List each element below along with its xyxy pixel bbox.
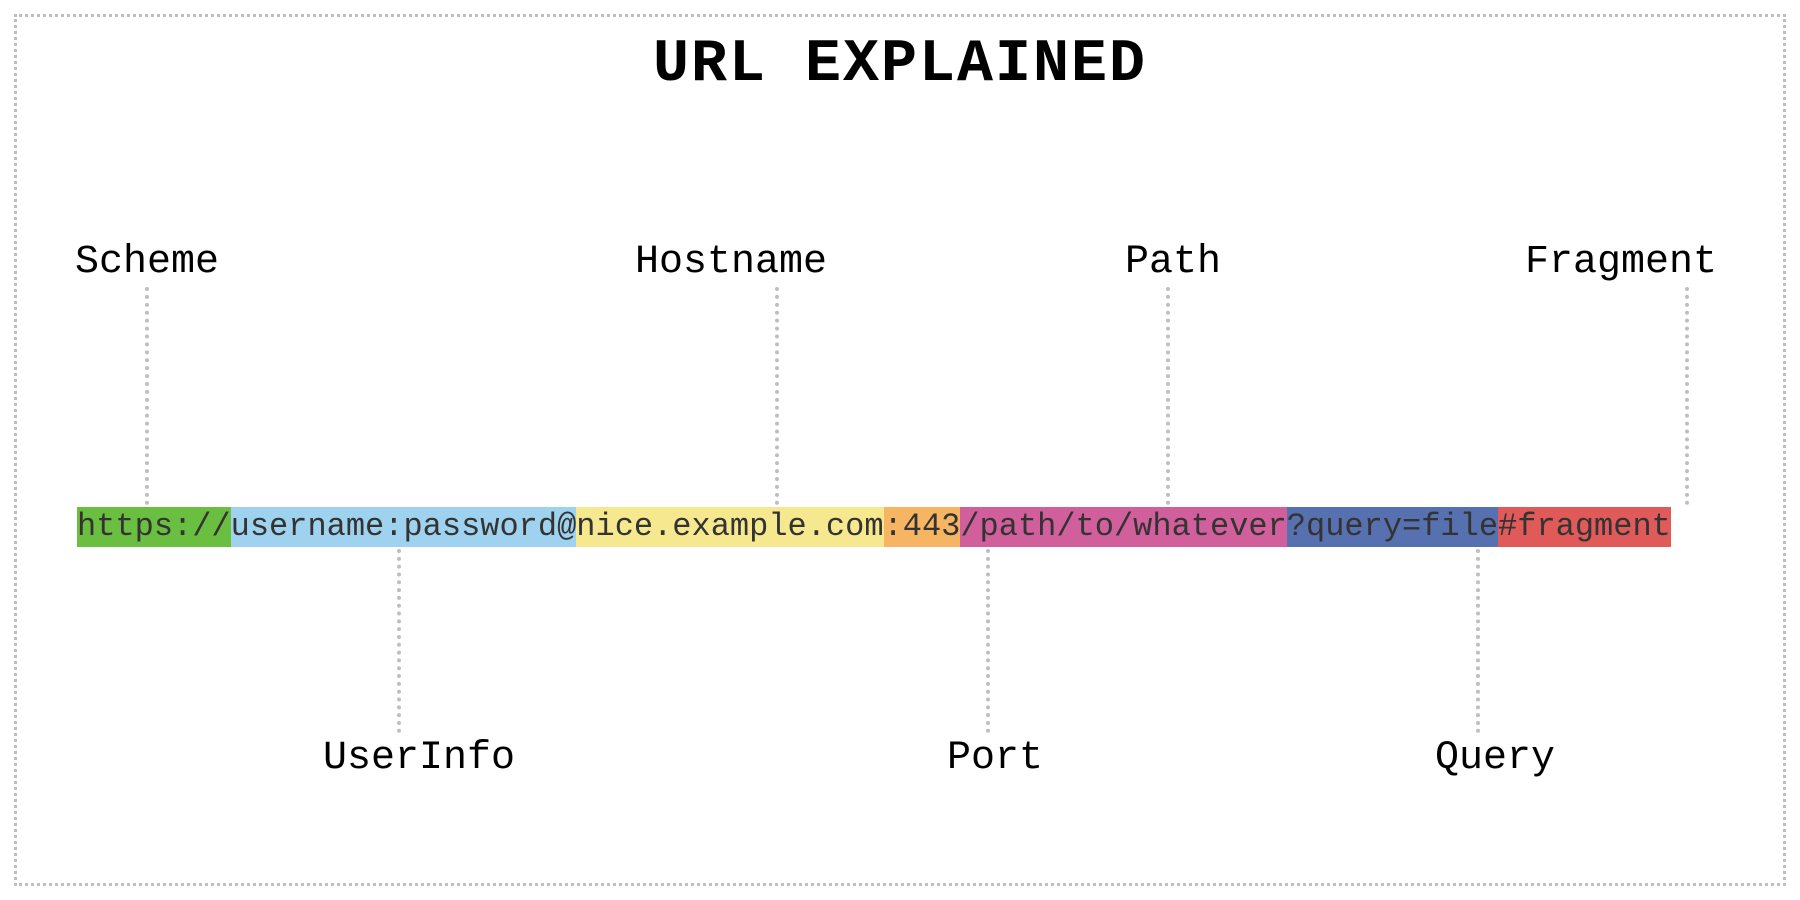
connector-scheme — [145, 287, 149, 505]
label-path-wrap: Path — [1125, 241, 1221, 285]
url-strip: https://username:password@nice.example.c… — [77, 507, 1671, 547]
label-userinfo-wrap: UserInfo — [323, 737, 515, 781]
label-hostname: Hostname — [635, 241, 827, 285]
connector-hostname — [775, 287, 779, 505]
label-query-wrap: Query — [1435, 737, 1555, 781]
label-path: Path — [1125, 241, 1221, 285]
connector-port — [986, 549, 990, 733]
connector-path — [1166, 287, 1170, 505]
url-segment-userinfo: username:password@ — [231, 507, 577, 547]
label-scheme: Scheme — [75, 241, 219, 285]
label-port: Port — [947, 737, 1043, 781]
label-fragment-wrap: Fragment — [1525, 241, 1717, 285]
label-fragment: Fragment — [1525, 241, 1717, 285]
url-segment-hostname: nice.example.com — [576, 507, 883, 547]
diagram-frame: URL EXPLAINED Scheme Hostname Path Fragm… — [14, 14, 1786, 886]
label-userinfo: UserInfo — [323, 737, 515, 781]
label-hostname-wrap: Hostname — [635, 241, 827, 285]
url-segment-path: /path/to/whatever — [960, 507, 1286, 547]
url-segment-port: :443 — [884, 507, 961, 547]
label-scheme-wrap: Scheme — [75, 241, 219, 285]
label-query: Query — [1435, 737, 1555, 781]
connector-fragment — [1685, 287, 1689, 505]
url-segment-query: ?query=file — [1287, 507, 1498, 547]
connector-userinfo — [397, 549, 401, 733]
label-port-wrap: Port — [947, 737, 1043, 781]
connector-query — [1476, 549, 1480, 733]
url-segment-fragment: #fragment — [1498, 507, 1671, 547]
diagram-title: URL EXPLAINED — [17, 31, 1783, 99]
url-segment-scheme: https:// — [77, 507, 231, 547]
